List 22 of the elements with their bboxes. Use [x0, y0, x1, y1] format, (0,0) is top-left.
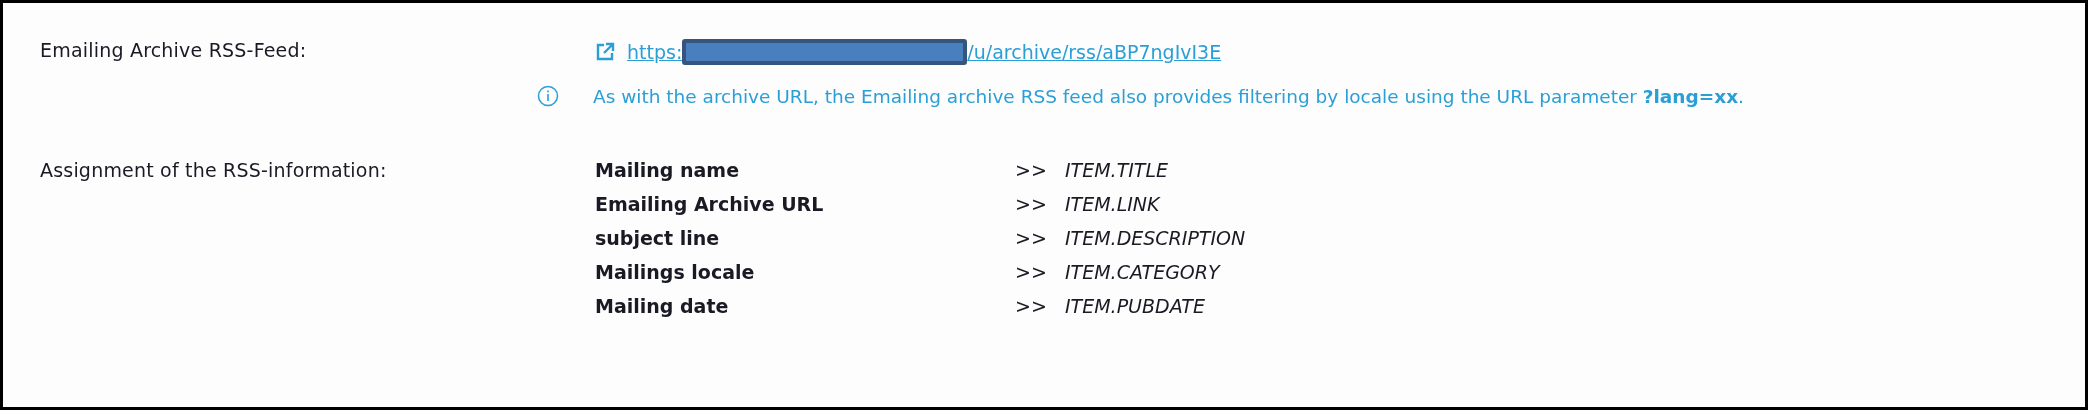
- url-link[interactable]: /u/archive/rss/aBP7ngIvI3E: [967, 41, 1222, 63]
- url-link[interactable]: https:: [627, 41, 683, 63]
- info-text: As with the archive URL, the Emailing archive RSS feed also provides filtering by locale using the URL parameter ?lang=xx.: [593, 85, 1744, 107]
- field-name: Mailings locale: [595, 261, 756, 283]
- external-link-icon: [595, 42, 615, 62]
- field-name: Mailing date: [595, 295, 730, 317]
- rss-element: ITEM.DESCRIPTION: [1065, 227, 1246, 249]
- arrow-text: >>: [1015, 261, 1048, 283]
- arrow-text: >>: [1015, 159, 1048, 181]
- field-name: Mailing name: [595, 159, 741, 181]
- arrow-text: >>: [1015, 227, 1048, 249]
- rss-element: ITEM.PUBDATE: [1065, 295, 1206, 317]
- rss-element: ITEM.CATEGORY: [1065, 261, 1222, 283]
- field-label: Assignment of the RSS-information:: [40, 159, 388, 183]
- arrow-text: >>: [1015, 193, 1048, 215]
- info-icon: [537, 85, 559, 107]
- field-name: subject line: [595, 227, 721, 249]
- arrow-text: >>: [1015, 295, 1048, 317]
- field-label: Emailing Archive RSS-Feed:: [40, 39, 308, 63]
- field-name: Emailing Archive URL: [595, 193, 825, 215]
- rss-element: ITEM.TITLE: [1065, 159, 1170, 181]
- rss-element: ITEM.LINK: [1065, 193, 1162, 215]
